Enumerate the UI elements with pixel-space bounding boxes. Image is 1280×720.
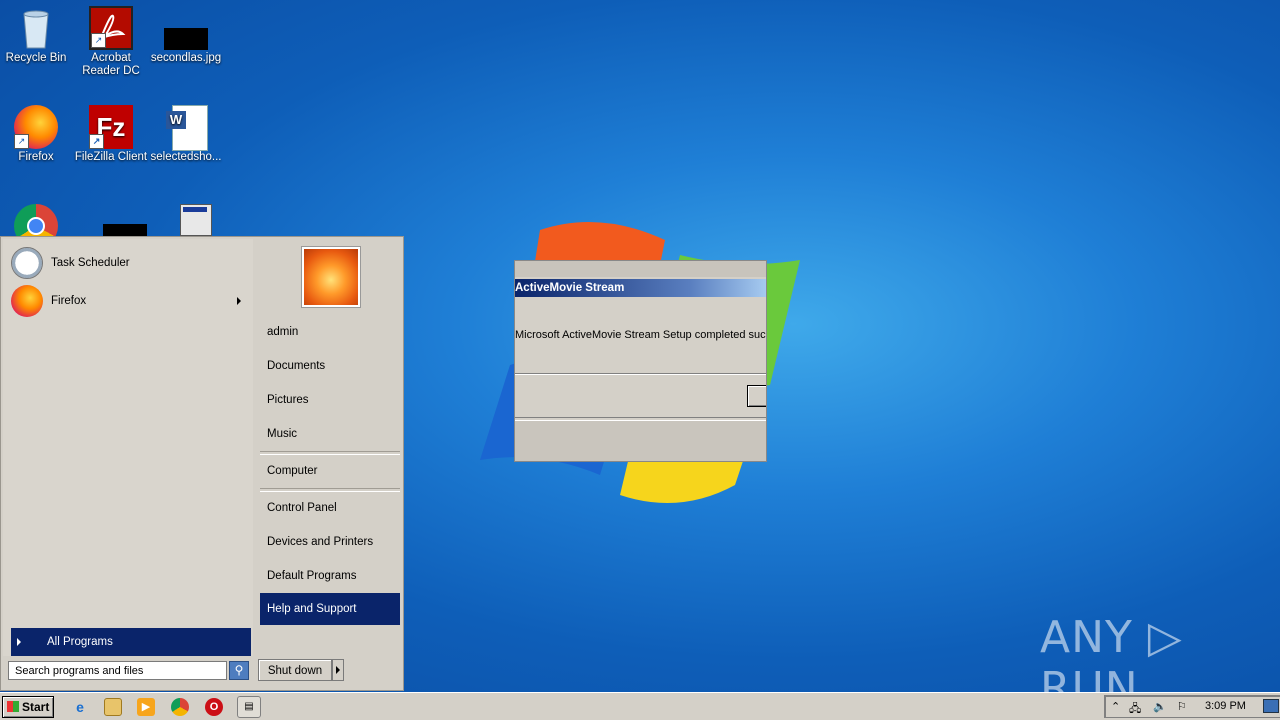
desktop-icon-selectedsho[interactable]: W selectedsho... [148,105,224,164]
firefox-icon [11,285,43,317]
search-icon[interactable]: ⚲ [229,661,249,680]
start-link-help-support[interactable]: Help and Support [260,593,400,625]
clock[interactable]: 3:09 PM [1205,700,1246,712]
dialog-message: Microsoft ActiveMovie Stream Setup compl… [515,329,767,341]
start-link-devices-printers[interactable]: Devices and Printers [260,527,400,557]
shortcut-arrow-icon: ↗ [14,134,29,149]
all-programs-button[interactable]: All Programs [11,628,251,656]
start-menu: Task Scheduler Firefox All Programs admi… [0,236,404,691]
desktop-icon-label: secondlas.jpg [150,52,222,64]
desktop-icon-acrobat[interactable]: ↗ Acrobat Reader DC [73,6,149,78]
chrome-icon[interactable] [171,698,189,716]
submenu-arrow-icon [237,297,241,305]
desktop-icon-secondlas[interactable]: secondlas.jpg [148,6,224,65]
word-document-icon: W [164,105,208,151]
start-item-label: Firefox [51,295,87,307]
desktop-icon-recycle-bin[interactable]: Recycle Bin [0,6,74,65]
show-hidden-icons-icon[interactable]: ⌃ [1111,700,1120,713]
clock-icon [11,247,43,279]
folder-icon[interactable] [104,698,122,716]
start-link-documents[interactable]: Documents [260,351,400,381]
desktop-icon-label: Recycle Bin [5,52,67,64]
desktop-icon-firefox[interactable]: ↗ Firefox [0,105,74,164]
desktop-icon-chrome[interactable] [0,204,74,236]
desktop-icon-hidden[interactable] [73,204,149,236]
chrome-icon [14,204,58,236]
filezilla-icon: Fz ↗ [89,105,133,149]
image-file-icon [164,6,208,50]
taskbar: Start e ▶ O ▤ ⌃ 🖧 🔈 ⚐ 3:09 PM [0,692,1280,720]
system-tray: ⌃ 🖧 🔈 ⚐ 3:09 PM [1104,695,1280,718]
windows-flag-icon [7,701,19,712]
recycle-bin-icon [14,6,58,50]
desktop: Recycle Bin ↗ Acrobat Reader DC secondla… [0,0,1280,714]
dialog-title[interactable]: ActiveMovie Stream [515,279,766,297]
start-menu-places-pane: admin Documents Pictures Music Computer … [256,239,403,656]
start-item-task-scheduler[interactable]: Task Scheduler [11,246,130,280]
opera-icon[interactable]: O [205,698,223,716]
file-icon [89,204,147,236]
action-center-flag-icon[interactable]: ⚐ [1177,700,1187,713]
search-input[interactable]: Search programs and files [8,661,227,680]
desktop-icon-label: Acrobat Reader DC [82,52,140,77]
start-menu-programs-pane: Task Scheduler Firefox All Programs [3,239,253,656]
network-icon[interactable]: 🖧 [1129,700,1141,719]
start-label: Start [22,700,50,714]
ok-button[interactable] [747,385,766,407]
start-button[interactable]: Start [2,696,54,718]
shortcut-arrow-icon: ↗ [89,134,104,149]
acrobat-icon: ↗ [89,6,133,50]
setup-window-task-icon[interactable]: ▤ [237,696,261,718]
desktop-icon-label: FileZilla Client [74,151,148,163]
installer-icon [164,204,212,236]
media-player-icon[interactable]: ▶ [137,698,155,716]
dialog-separator [515,373,766,375]
desktop-icon-installer[interactable] [148,204,224,236]
internet-explorer-icon[interactable]: e [71,698,89,716]
start-link-control-panel[interactable]: Control Panel [260,493,400,523]
start-link-pictures[interactable]: Pictures [260,385,400,415]
start-link-music[interactable]: Music [260,419,400,449]
desktop-icon-label: Firefox [18,151,54,163]
start-link-computer[interactable]: Computer [260,456,400,486]
shutdown-button[interactable]: Shut down [258,659,332,681]
firefox-icon: ↗ [14,105,58,149]
all-programs-label: All Programs [47,636,113,648]
show-desktop-icon[interactable] [1263,699,1279,713]
menu-separator [260,488,400,492]
start-item-label: Task Scheduler [51,257,130,269]
desktop-icon-filezilla[interactable]: Fz ↗ FileZilla Client [73,105,149,164]
menu-separator [260,451,400,455]
volume-icon[interactable]: 🔈 [1153,700,1167,713]
shortcut-arrow-icon: ↗ [91,33,106,48]
setup-dialog: ActiveMovie Stream Microsoft ActiveMovie… [514,260,767,462]
desktop-icon-label: selectedsho... [150,151,222,163]
dialog-top-strip [515,261,766,277]
expand-arrow-icon [17,638,21,646]
shutdown-options-button[interactable] [332,659,344,681]
start-link-admin[interactable]: admin [260,317,400,347]
start-item-firefox[interactable]: Firefox [11,284,251,318]
dialog-footer [515,421,766,461]
start-link-default-programs[interactable]: Default Programs [260,561,400,591]
user-avatar[interactable] [302,247,360,307]
